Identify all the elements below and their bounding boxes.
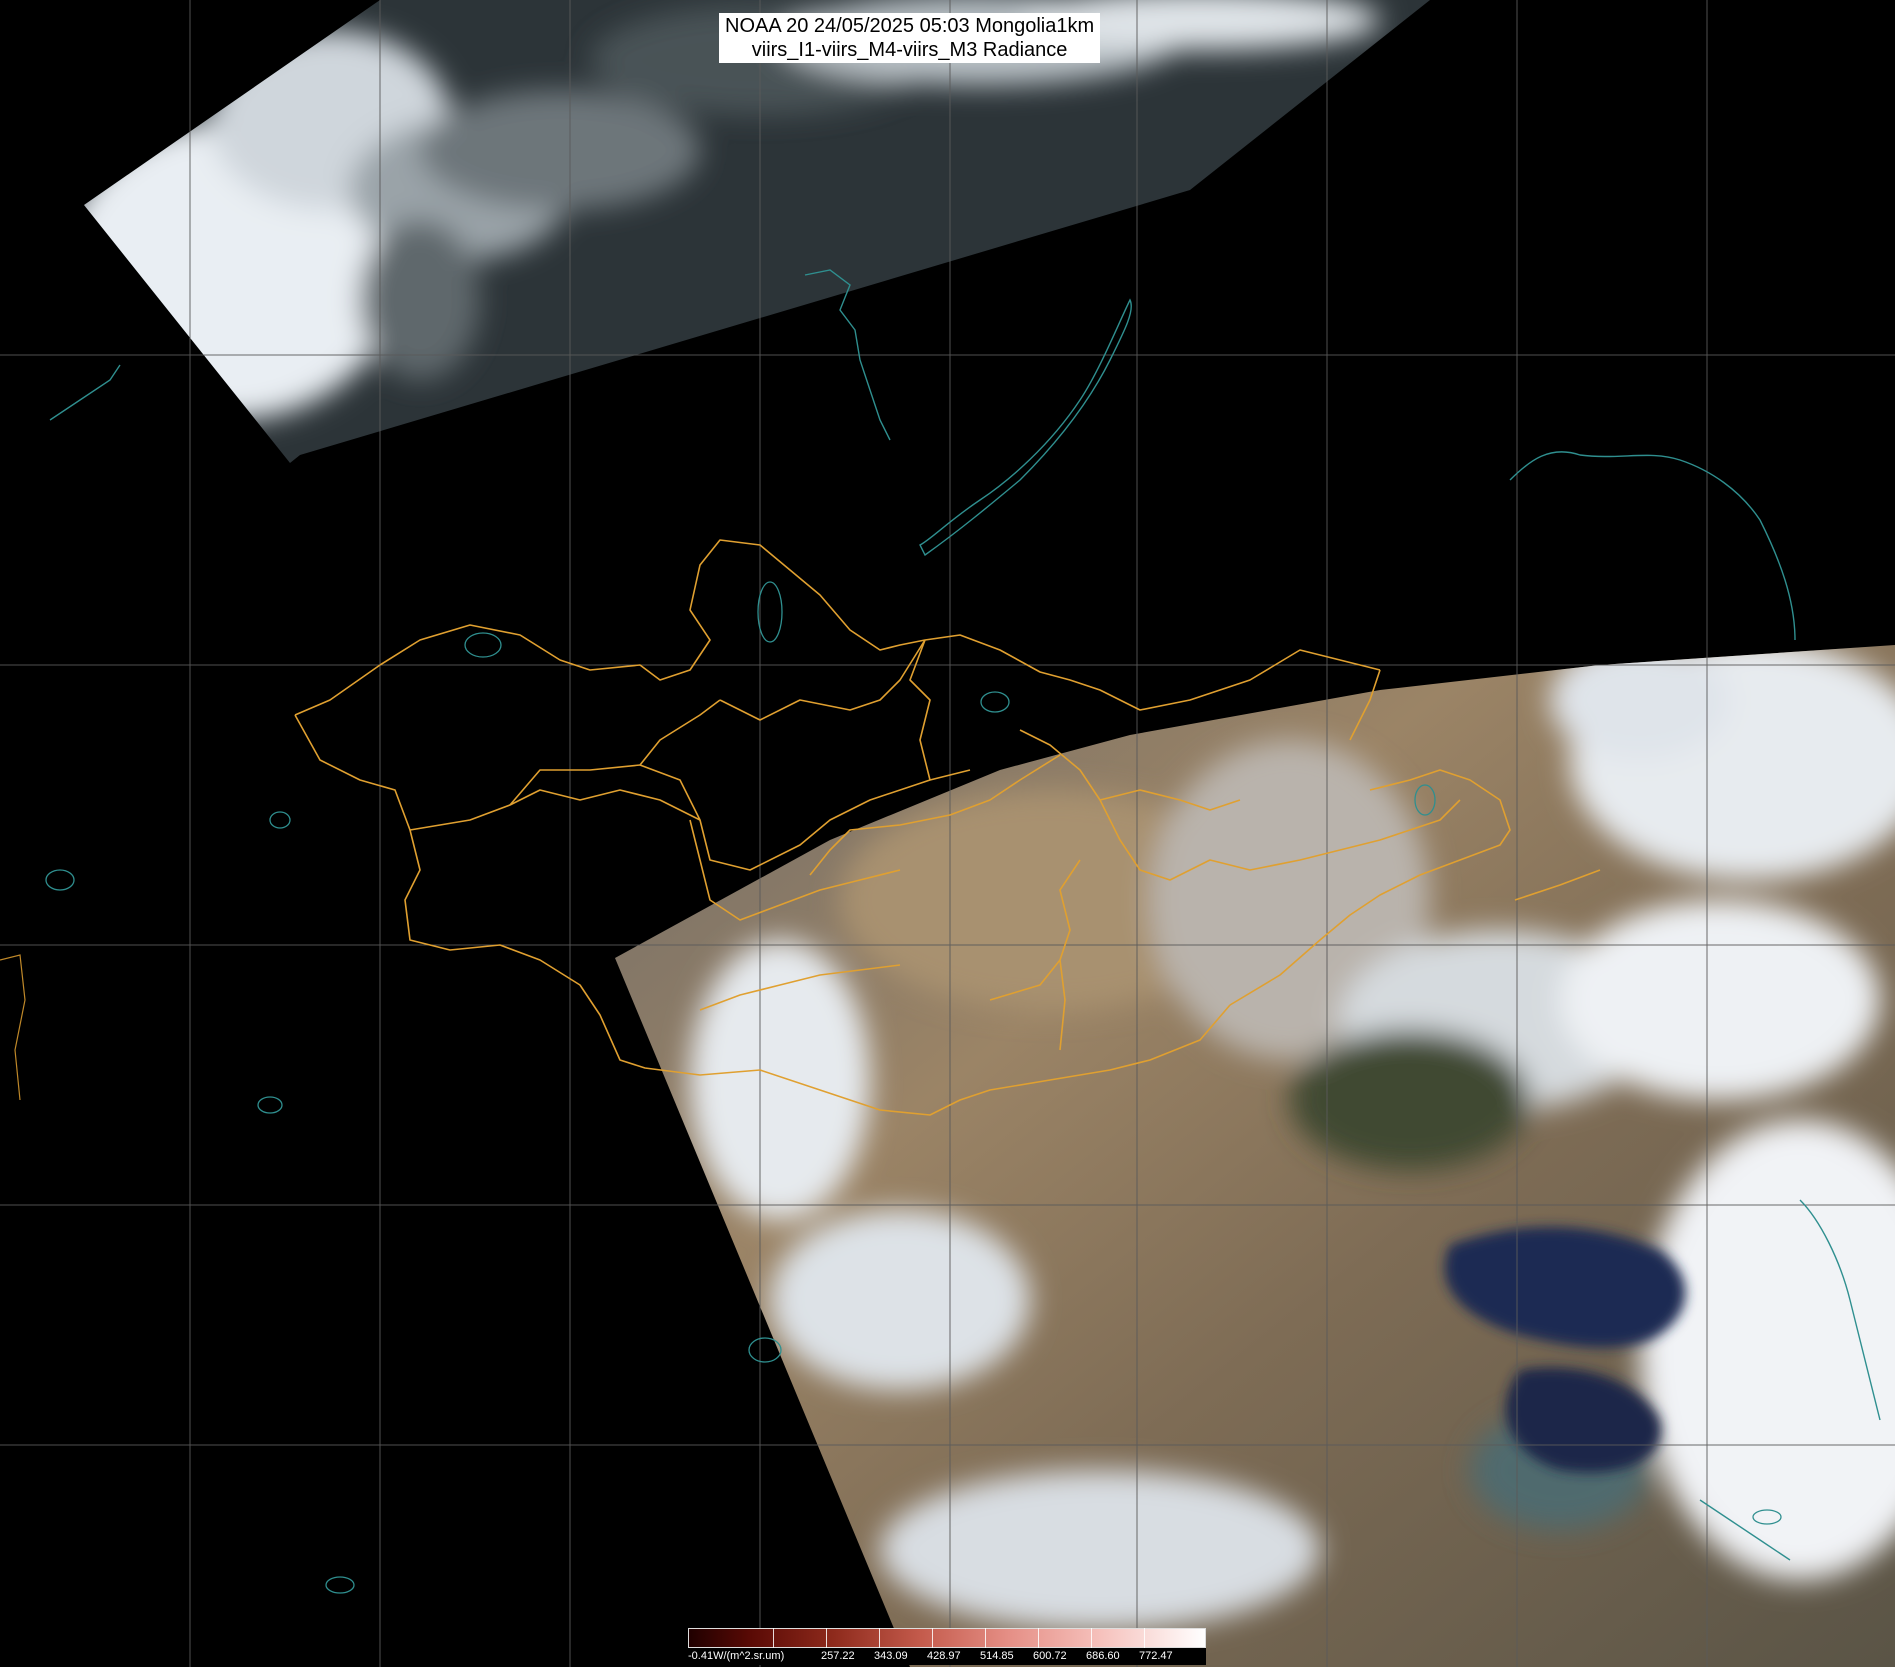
colorbar-tick [1144,1628,1145,1648]
colorbar-tick [932,1628,933,1648]
colorbar-tick-label: 428.97 [927,1650,961,1662]
colorbar-gradient [688,1628,1206,1648]
colorbar-tick [1091,1628,1092,1648]
colorbar-tick-label: 514.85 [980,1650,1014,1662]
colorbar-tick-label: 600.72 [1033,1650,1067,1662]
colorbar-tick-label: 772.47 [1139,1650,1173,1662]
title-line-1: NOAA 20 24/05/2025 05:03 Mongolia1km [725,15,1095,37]
colorbar-tick-label: 686.60 [1086,1650,1120,1662]
colorbar-tick [773,1628,774,1648]
title-line-2: viirs_I1-viirs_M4-viirs_M3 Radiance [751,39,1068,61]
colorbar-tick [1038,1628,1039,1648]
colorbar-unit-label: -0.41W/(m^2.sr.um) [688,1650,785,1662]
colorbar-tick-label: 343.09 [874,1650,908,1662]
colorbar-tick [879,1628,880,1648]
satellite-image [0,0,1895,1667]
image-title: NOAA 20 24/05/2025 05:03 Mongolia1km vii… [719,13,1101,63]
colorbar-tick [826,1628,827,1648]
colorbar-tick-label: 257.22 [821,1650,855,1662]
colorbar-tick [985,1628,986,1648]
colorbar-legend: -0.41W/(m^2.sr.um) 257.22 343.09 428.97 … [688,1628,1206,1665]
